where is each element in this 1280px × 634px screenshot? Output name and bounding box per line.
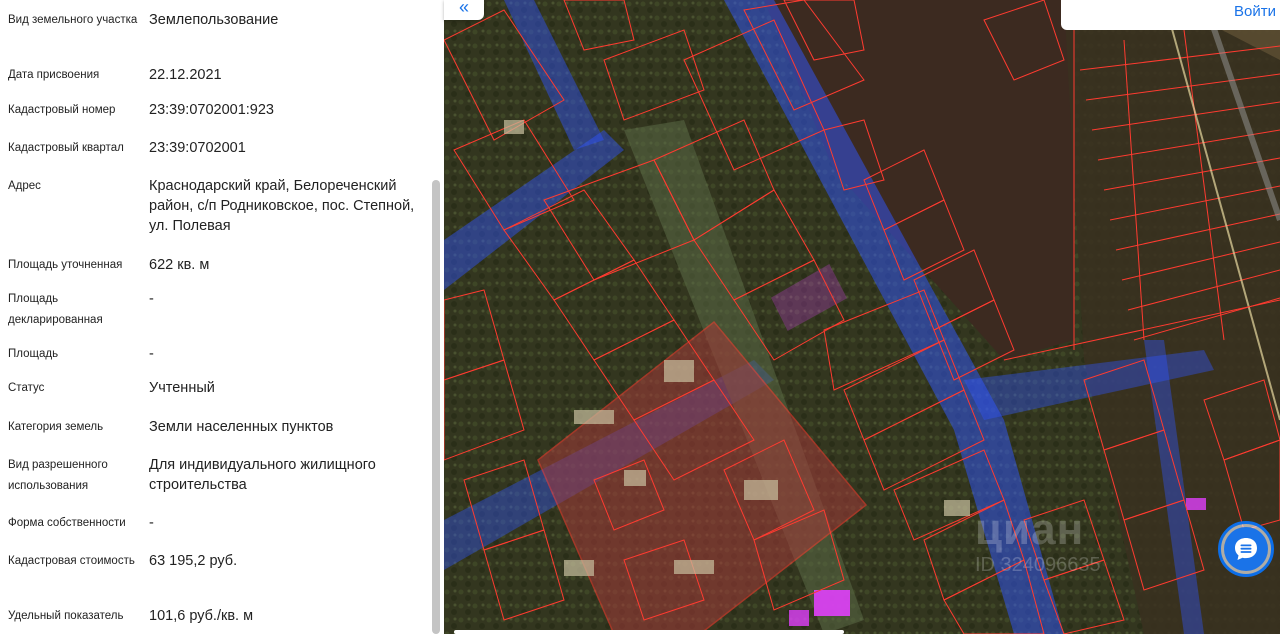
header-toolbar: Войти <box>1061 0 1280 30</box>
row-label: Площадь декларированная <box>8 293 103 326</box>
row-value: Краснодарский край, Белореченский район,… <box>149 178 415 234</box>
row-cadastral-quarter: Кадастровый квартал 23:39:0702001 <box>8 138 418 160</box>
chat-button[interactable] <box>1210 515 1280 585</box>
row-label: Вид земельного участка <box>8 14 138 26</box>
row-value: - <box>149 515 154 531</box>
row-land-type: Вид земельного участка Землепользование <box>8 10 418 52</box>
row-label: Площадь уточненная <box>8 259 123 271</box>
row-area-refined: Площадь уточненная 622 кв. м <box>8 255 418 277</box>
row-area: Площадь - <box>8 344 418 366</box>
row-address: Адрес Краснодарский край, Белореченский … <box>8 176 418 238</box>
row-label: Удельный показатель <box>8 610 124 622</box>
row-label: Кадастровая стоимость <box>8 555 135 567</box>
satellite-layer <box>444 0 1280 634</box>
row-area-declared: Площадь декларированная - <box>8 289 418 331</box>
row-cadastral-value: Кадастровая стоимость 63 195,2 руб. <box>8 551 418 593</box>
info-panel: Вид земельного участка Землепользование … <box>0 0 428 634</box>
row-label: Кадастровый квартал <box>8 142 124 154</box>
row-label: Статус <box>8 382 45 394</box>
row-value: 622 кв. м <box>149 257 210 273</box>
chat-icon <box>1224 527 1268 571</box>
row-value: 63 195,2 руб. <box>149 553 238 569</box>
row-value: 22.12.2021 <box>149 67 222 83</box>
double-chevron-left-icon: « <box>458 0 469 17</box>
row-label: Дата присвоения <box>8 69 100 81</box>
row-value[interactable]: 23:39:0702001 <box>149 138 428 158</box>
row-value[interactable]: 23:39:0702001:923 <box>149 100 428 120</box>
watermark-id: ID 324096635 <box>975 554 1101 576</box>
row-status: Статус Учтенный <box>8 378 418 400</box>
row-label: Форма собственности <box>8 517 126 529</box>
row-label: Вид разрешенного использования <box>8 459 108 492</box>
row-assigned-date: Дата присвоения 22.12.2021 <box>8 65 418 87</box>
row-label: Кадастровый номер <box>8 104 116 116</box>
row-value: 101,6 руб./кв. м <box>149 608 254 624</box>
map-bottom-bar <box>454 630 844 634</box>
row-specific-indicator: Удельный показатель 101,6 руб./кв. м <box>8 606 418 634</box>
row-value: Учтенный <box>149 380 215 396</box>
row-value: Для индивидуального жилищного строительс… <box>149 457 376 493</box>
row-label: Категория земель <box>8 421 104 433</box>
row-label: Адрес <box>8 180 41 192</box>
login-button[interactable]: Войти <box>1234 0 1280 24</box>
row-label: Площадь <box>8 348 59 360</box>
collapse-panel-button[interactable]: « <box>444 0 484 20</box>
row-ownership-form: Форма собственности - <box>8 513 418 535</box>
row-land-category: Категория земель Земли населенных пункто… <box>8 417 418 439</box>
row-cadastral-number: Кадастровый номер 23:39:0702001:923 <box>8 100 418 122</box>
watermark-text: циан <box>975 505 1085 554</box>
panel-scrollbar-thumb[interactable] <box>432 180 440 634</box>
row-value: Землепользование <box>149 12 279 28</box>
row-value: Земли населенных пунктов <box>149 419 334 435</box>
row-value: - <box>149 291 154 307</box>
cadastral-map[interactable]: циан ID 324096635 <box>444 0 1280 634</box>
row-value: - <box>149 346 154 362</box>
row-permitted-use: Вид разрешенного использования Для индив… <box>8 455 418 497</box>
